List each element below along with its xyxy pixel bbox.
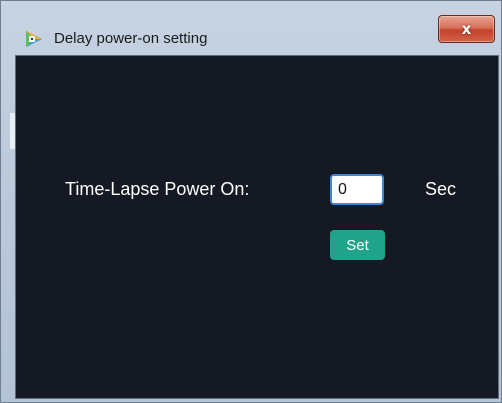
close-icon: x [461,19,472,38]
window-title: Delay power-on setting [54,30,208,47]
app-logo-icon [23,28,45,50]
seconds-unit-label: Sec [425,179,457,199]
time-lapse-label: Time-Lapse Power On: [65,179,250,199]
close-button[interactable]: x [438,15,495,43]
delay-seconds-input[interactable] [330,174,384,205]
dialog-content: Time-Lapse Power On: Sec Set [15,55,499,399]
title-bar[interactable]: Delay power-on setting x [1,1,501,55]
dialog-window: Delay power-on setting x Time-Lapse Powe… [0,0,502,403]
set-button[interactable]: Set [330,230,385,260]
